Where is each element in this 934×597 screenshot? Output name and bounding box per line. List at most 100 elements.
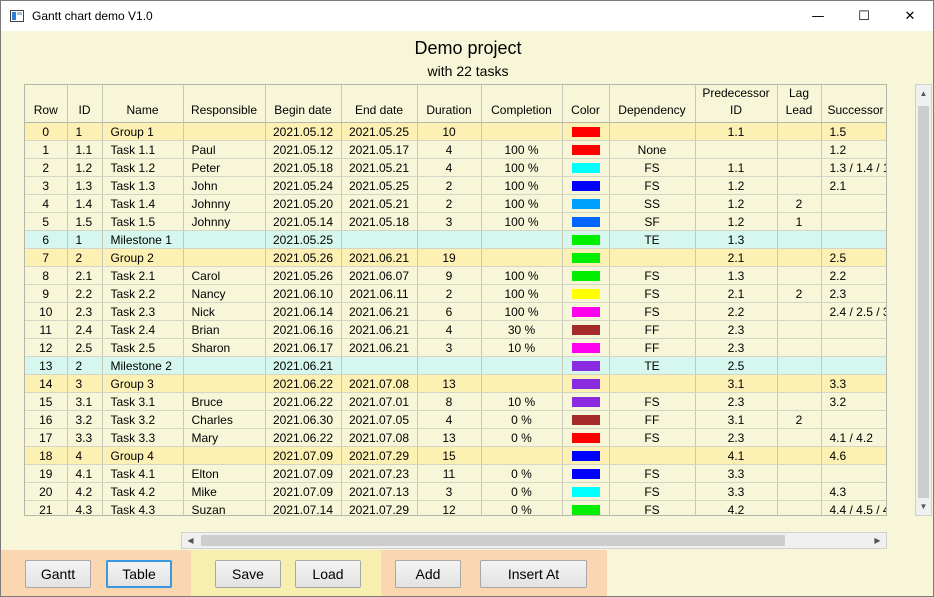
table-row[interactable]: 5 1.5 Task 1.5 Johnny 2021.05.14 2021.05.18 3 1…: [25, 212, 886, 231]
cell-completion[interactable]: [481, 356, 563, 375]
cell-dependency[interactable]: SF: [609, 212, 696, 231]
cell-row[interactable]: 3: [25, 176, 68, 195]
cell-predecessor-id[interactable]: 1.2: [695, 176, 778, 195]
cell-dependency[interactable]: FS: [609, 392, 696, 411]
cell-id[interactable]: 2.4: [67, 320, 103, 339]
cell-responsible[interactable]: [183, 230, 266, 249]
cell-end-date[interactable]: 2021.05.21: [341, 194, 418, 213]
cell-successor-id[interactable]: 2.1: [821, 176, 886, 195]
cell-row[interactable]: 1: [25, 140, 68, 159]
cell-completion[interactable]: 100 %: [481, 212, 563, 231]
cell-row[interactable]: 0: [25, 122, 68, 141]
cell-predecessor-id[interactable]: 2.3: [695, 392, 778, 411]
cell-responsible[interactable]: Elton: [183, 464, 266, 483]
group-row[interactable]: 0 1 Group 1 2021.05.12 2021.05.25 10 1.1 1.5: [25, 122, 886, 141]
table-row[interactable]: 1 1.1 Task 1.1 Paul 2021.05.12 2021.05.17 4 100…: [25, 140, 886, 159]
cell-id[interactable]: 1.3: [67, 176, 103, 195]
cell-responsible[interactable]: [183, 122, 266, 141]
cell-duration[interactable]: 3: [417, 212, 482, 231]
insert-at-button[interactable]: Insert At: [480, 560, 587, 588]
cell-dependency[interactable]: None: [609, 140, 696, 159]
cell-end-date[interactable]: 2021.05.25: [341, 122, 418, 141]
cell-color[interactable]: [562, 428, 610, 447]
cell-lag-lead[interactable]: 2: [777, 284, 822, 303]
cell-lag-lead[interactable]: [777, 446, 822, 465]
cell-begin-date[interactable]: 2021.07.09: [265, 482, 342, 501]
cell-row[interactable]: 19: [25, 464, 68, 483]
cell-row[interactable]: 18: [25, 446, 68, 465]
cell-color[interactable]: [562, 248, 610, 267]
cell-row[interactable]: 16: [25, 410, 68, 429]
cell-dependency[interactable]: FS: [609, 176, 696, 195]
cell-responsible[interactable]: [183, 374, 266, 393]
cell-end-date[interactable]: 2021.07.08: [341, 428, 418, 447]
col-header-id[interactable]: ID: [67, 85, 103, 123]
cell-begin-date[interactable]: 2021.07.14: [265, 500, 342, 515]
cell-name[interactable]: Task 1.1: [102, 140, 184, 159]
cell-dependency[interactable]: FS: [609, 464, 696, 483]
scroll-right-icon[interactable]: ▶: [869, 533, 886, 548]
cell-begin-date[interactable]: 2021.05.24: [265, 176, 342, 195]
cell-completion[interactable]: [481, 374, 563, 393]
cell-name[interactable]: Task 2.1: [102, 266, 184, 285]
cell-begin-date[interactable]: 2021.05.12: [265, 122, 342, 141]
scroll-down-icon[interactable]: ▼: [916, 498, 931, 515]
cell-id[interactable]: 4: [67, 446, 103, 465]
cell-responsible[interactable]: Bruce: [183, 392, 266, 411]
cell-name[interactable]: Task 1.5: [102, 212, 184, 231]
cell-id[interactable]: 3.3: [67, 428, 103, 447]
cell-color[interactable]: [562, 320, 610, 339]
cell-name[interactable]: Task 1.4: [102, 194, 184, 213]
cell-completion[interactable]: 0 %: [481, 428, 563, 447]
cell-end-date[interactable]: 2021.06.07: [341, 266, 418, 285]
cell-color[interactable]: [562, 500, 610, 515]
cell-predecessor-id[interactable]: 4.2: [695, 500, 778, 515]
cell-completion[interactable]: 0 %: [481, 464, 563, 483]
gantt-button[interactable]: Gantt: [25, 560, 91, 588]
col-header-end-date[interactable]: End date: [341, 85, 418, 123]
cell-color[interactable]: [562, 446, 610, 465]
cell-duration[interactable]: [417, 230, 482, 249]
cell-predecessor-id[interactable]: 2.5: [695, 356, 778, 375]
cell-color[interactable]: [562, 302, 610, 321]
cell-end-date[interactable]: 2021.06.11: [341, 284, 418, 303]
cell-name[interactable]: Task 2.2: [102, 284, 184, 303]
table-row[interactable]: 10 2.3 Task 2.3 Nick 2021.06.14 2021.06.21 6 10…: [25, 302, 886, 321]
cell-id[interactable]: 3.1: [67, 392, 103, 411]
cell-completion[interactable]: 10 %: [481, 392, 563, 411]
cell-responsible[interactable]: Peter: [183, 158, 266, 177]
cell-end-date[interactable]: 2021.07.01: [341, 392, 418, 411]
cell-row[interactable]: 9: [25, 284, 68, 303]
cell-begin-date[interactable]: 2021.07.09: [265, 464, 342, 483]
cell-predecessor-id[interactable]: 3.1: [695, 374, 778, 393]
cell-name[interactable]: Task 2.4: [102, 320, 184, 339]
table-row[interactable]: 21 4.3 Task 4.3 Suzan 2021.07.14 2021.07.29 12…: [25, 500, 886, 515]
cell-lag-lead[interactable]: [777, 230, 822, 249]
cell-dependency[interactable]: FS: [609, 482, 696, 501]
col-header-predecessor-id[interactable]: Predecessor ID: [695, 85, 778, 123]
cell-begin-date[interactable]: 2021.05.26: [265, 248, 342, 267]
cell-begin-date[interactable]: 2021.05.12: [265, 140, 342, 159]
cell-name[interactable]: Task 4.1: [102, 464, 184, 483]
table-button[interactable]: Table: [106, 560, 172, 588]
cell-duration[interactable]: 11: [417, 464, 482, 483]
cell-successor-id[interactable]: [821, 194, 886, 213]
cell-begin-date[interactable]: 2021.05.25: [265, 230, 342, 249]
cell-successor-id[interactable]: 1.3 / 1.4 / 1: [821, 158, 886, 177]
cell-row[interactable]: 8: [25, 266, 68, 285]
cell-successor-id[interactable]: 1.5: [821, 122, 886, 141]
cell-dependency[interactable]: [609, 374, 696, 393]
cell-duration[interactable]: 3: [417, 482, 482, 501]
cell-duration[interactable]: 4: [417, 158, 482, 177]
cell-lag-lead[interactable]: 1: [777, 212, 822, 231]
cell-name[interactable]: Group 1: [102, 122, 184, 141]
cell-predecessor-id[interactable]: 3.3: [695, 464, 778, 483]
minimize-icon[interactable]: —: [795, 1, 841, 31]
cell-completion[interactable]: 0 %: [481, 482, 563, 501]
cell-row[interactable]: 12: [25, 338, 68, 357]
cell-completion[interactable]: [481, 122, 563, 141]
cell-name[interactable]: Task 3.1: [102, 392, 184, 411]
cell-lag-lead[interactable]: [777, 266, 822, 285]
horizontal-scroll-thumb[interactable]: [201, 535, 785, 546]
cell-successor-id[interactable]: [821, 410, 886, 429]
